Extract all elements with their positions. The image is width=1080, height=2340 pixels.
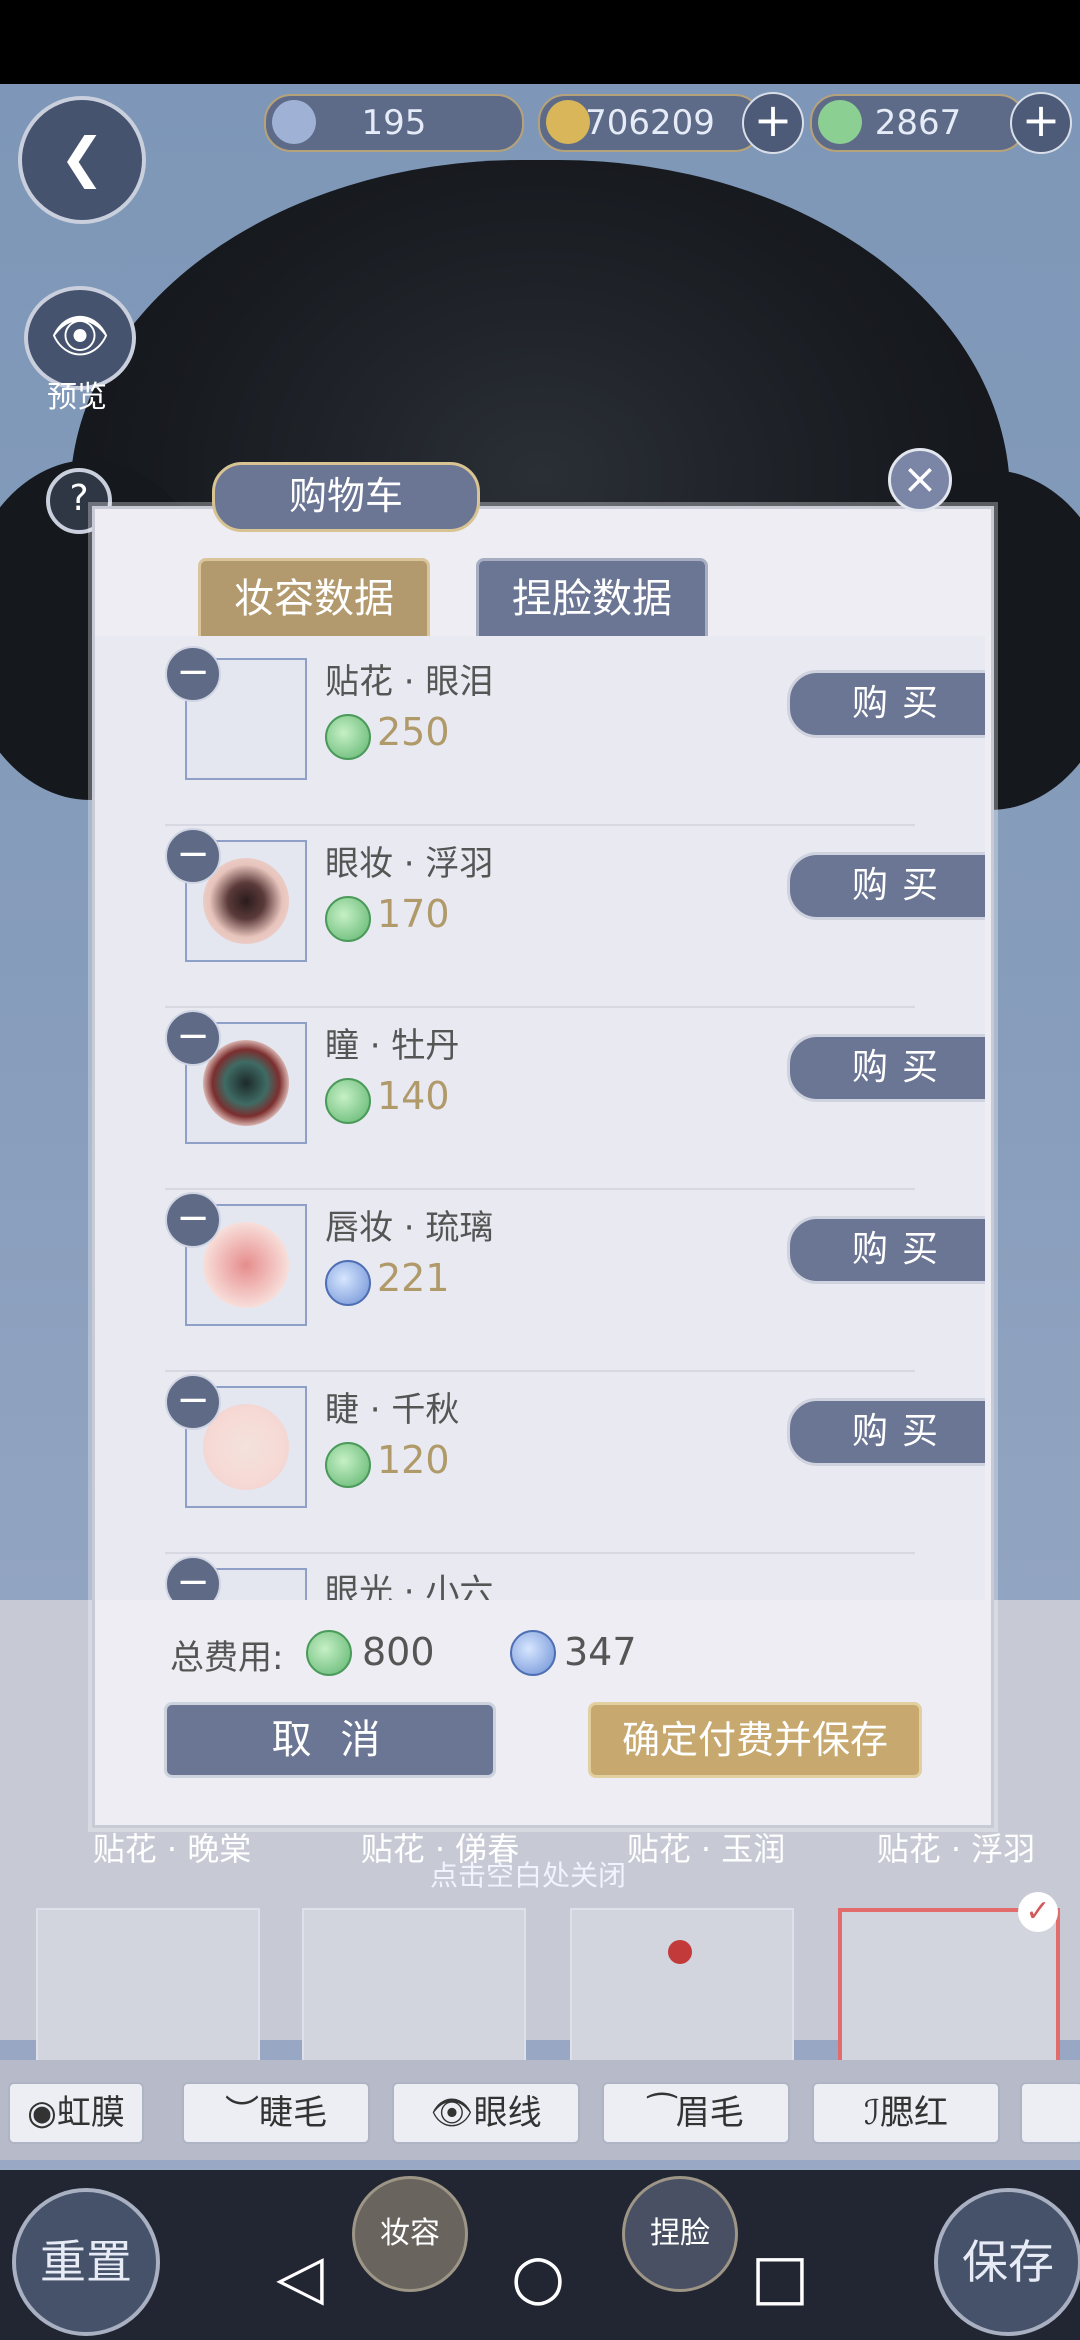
item-name: 瞳 · 牡丹 xyxy=(325,1026,460,1066)
diamond-currency-icon xyxy=(272,100,316,144)
back-butterfly-icon: ❮ xyxy=(59,126,105,189)
item-price: 170 xyxy=(377,892,450,936)
back-button[interactable]: ❮ xyxy=(18,96,146,224)
item-name: 眼光 · 小六 xyxy=(325,1572,494,1600)
reset-button[interactable]: 重置 xyxy=(12,2188,160,2336)
diamond-balance: 195 xyxy=(264,94,524,152)
confirm-pay-save-button[interactable]: 确定付费并保存 xyxy=(588,1702,922,1778)
save-button[interactable]: 保存 xyxy=(934,2188,1080,2336)
tab-more[interactable] xyxy=(1020,2082,1080,2144)
item-name: 唇妆 · 琉璃 xyxy=(325,1208,494,1248)
makeup-tab-button[interactable]: 妆容 xyxy=(352,2176,468,2292)
item-price: 140 xyxy=(377,1074,450,1118)
remove-item-button[interactable]: − xyxy=(165,1556,221,1600)
cart-item: − 唇妆 · 琉璃 221 购买 xyxy=(165,1190,985,1372)
tab-face-data[interactable]: 捏脸数据 xyxy=(476,558,708,640)
help-icon: ? xyxy=(69,478,89,519)
status-bar xyxy=(0,0,1080,84)
buy-button[interactable]: 购买 xyxy=(787,670,985,738)
makeup-card-1[interactable] xyxy=(36,1908,260,2062)
face-tab-button[interactable]: 捏脸 xyxy=(622,2176,738,2292)
remove-item-button[interactable]: − xyxy=(165,1010,221,1066)
nav-back-icon[interactable]: ◁ xyxy=(268,2240,332,2313)
lashes-icon: ︶ xyxy=(225,2093,259,2133)
nav-recents-icon[interactable]: □ xyxy=(748,2240,812,2313)
total-diamond: 347 xyxy=(564,1630,637,1674)
jade-icon xyxy=(325,714,371,760)
coin-currency-icon xyxy=(546,100,590,144)
remove-item-button[interactable]: − xyxy=(165,646,221,702)
cancel-button[interactable]: 取 消 xyxy=(164,1702,496,1778)
below-item-label-4: 贴花 · 浮羽 xyxy=(876,1830,1036,1868)
tab-lashes[interactable]: ︶睫毛 xyxy=(182,2082,370,2144)
remove-item-button[interactable]: − xyxy=(165,828,221,884)
preview-label: 预览 xyxy=(47,380,107,415)
jade-balance: 2867 xyxy=(810,94,1026,152)
add-coins-button[interactable]: + xyxy=(742,92,804,154)
total-label: 总费用: xyxy=(170,1638,284,1678)
blush-icon: ℐ xyxy=(864,2093,880,2133)
item-price: 221 xyxy=(377,1256,450,1300)
eyebrow-icon: ⁀ xyxy=(648,2093,676,2133)
buy-button[interactable]: 购买 xyxy=(787,1398,985,1466)
tab-makeup-data[interactable]: 妆容数据 xyxy=(198,558,430,640)
tab-blush[interactable]: ℐ腮红 xyxy=(812,2082,1000,2144)
selected-check-icon: ✓ xyxy=(1018,1892,1058,1932)
diamond-amount: 195 xyxy=(361,103,427,143)
click-to-close-hint[interactable]: 点击空白处关闭 xyxy=(430,1854,626,1894)
tab-eyebrow[interactable]: ⁀眉毛 xyxy=(602,2082,790,2144)
jade-amount: 2867 xyxy=(874,103,962,143)
cart-item: − 瞳 · 牡丹 140 购买 xyxy=(165,1008,985,1190)
tab-iris[interactable]: ◉虹膜 xyxy=(8,2082,144,2144)
remove-item-button[interactable]: − xyxy=(165,1374,221,1430)
cart-item-list[interactable]: − 贴花 · 眼泪 250 购买 − 眼妆 · 浮羽 170 购买 − 瞳 · … xyxy=(95,636,985,1600)
coin-amount: 706209 xyxy=(585,103,715,143)
cart-item: − 眼光 · 小六 xyxy=(165,1554,915,1600)
jade-icon xyxy=(306,1630,352,1676)
diamond-icon xyxy=(325,1260,371,1306)
item-name: 眼妆 · 浮羽 xyxy=(325,844,494,884)
buy-button[interactable]: 购买 xyxy=(787,1034,985,1102)
makeup-card-2[interactable] xyxy=(302,1908,526,2062)
dialog-title: 购物车 xyxy=(212,462,480,532)
add-jade-button[interactable]: + xyxy=(1010,92,1072,154)
jade-currency-icon xyxy=(818,100,862,144)
buy-button[interactable]: 购买 xyxy=(787,852,985,920)
remove-item-button[interactable]: − xyxy=(165,1192,221,1248)
decal-flower-icon xyxy=(668,1940,692,1964)
item-price: 120 xyxy=(377,1438,450,1482)
item-name: 贴花 · 眼泪 xyxy=(325,662,494,702)
buy-button[interactable]: 购买 xyxy=(787,1216,985,1284)
jade-icon xyxy=(325,1078,371,1124)
eye-icon: 👁 xyxy=(49,308,111,364)
total-jade: 800 xyxy=(362,1630,435,1674)
close-icon[interactable]: × xyxy=(888,448,952,512)
below-item-label-1: 贴花 · 晚棠 xyxy=(92,1830,252,1868)
iris-icon: ◉ xyxy=(27,2093,57,2133)
cart-item: − 贴花 · 眼泪 250 购买 xyxy=(165,644,985,826)
coin-balance: 706209 xyxy=(538,94,762,152)
makeup-card-4-selected[interactable]: ✓ xyxy=(838,1892,1060,2066)
makeup-card-3[interactable] xyxy=(570,1908,794,2062)
eyeliner-icon: 👁 xyxy=(430,2093,474,2133)
jade-icon xyxy=(325,896,371,942)
item-price: 250 xyxy=(377,710,450,754)
jade-icon xyxy=(325,1442,371,1488)
item-name: 睫 · 千秋 xyxy=(325,1390,460,1430)
nav-home-icon[interactable]: ○ xyxy=(506,2240,570,2313)
cart-item: − 眼妆 · 浮羽 170 购买 xyxy=(165,826,985,1008)
tab-eyeliner[interactable]: 👁眼线 xyxy=(392,2082,580,2144)
cart-item: − 睫 · 千秋 120 购买 xyxy=(165,1372,985,1554)
diamond-icon xyxy=(510,1630,556,1676)
